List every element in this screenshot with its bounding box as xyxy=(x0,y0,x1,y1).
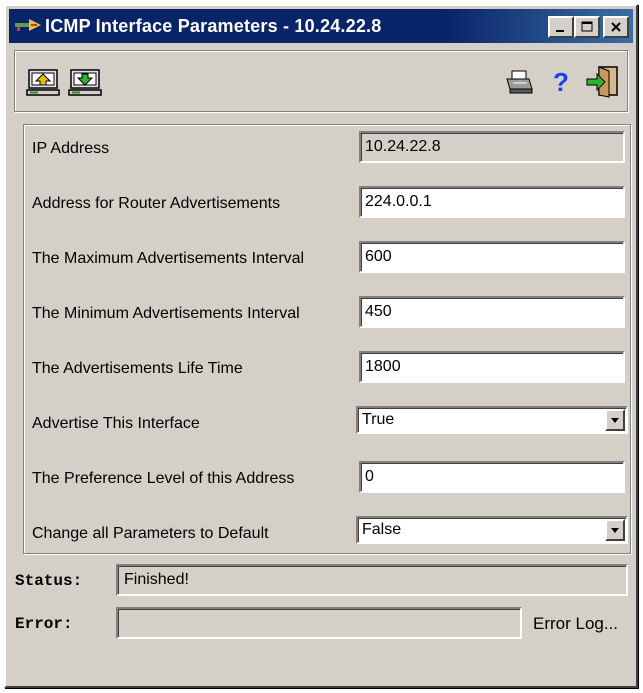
param-row-router-address: Address for Router Advertisements 224.0.… xyxy=(24,186,630,222)
param-row-min-interval: The Minimum Advertisements Interval 450 xyxy=(24,296,630,332)
param-label: The Minimum Advertisements Interval xyxy=(32,305,300,322)
download-button[interactable] xyxy=(67,65,103,99)
max-interval-input[interactable]: 600 xyxy=(359,241,625,273)
exit-icon xyxy=(586,66,618,98)
print-icon xyxy=(506,70,533,94)
title-bar[interactable]: ICMP Interface Parameters - 10.24.22.8 xyxy=(9,9,633,43)
default-select[interactable]: False xyxy=(356,516,628,544)
param-row-max-interval: The Maximum Advertisements Interval 600 xyxy=(24,241,630,277)
min-interval-input[interactable]: 450 xyxy=(359,296,625,328)
advertise-select-value: True xyxy=(362,411,395,428)
param-label: Advertise This Interface xyxy=(32,415,200,432)
print-button[interactable] xyxy=(501,65,537,99)
app-icon xyxy=(13,15,43,37)
parameters-panel: IP Address 10.24.22.8 Address for Router… xyxy=(23,124,631,554)
close-icon xyxy=(611,22,621,32)
status-label: Status: xyxy=(15,572,83,590)
help-icon: ? xyxy=(553,66,569,97)
icmp-parameters-window: ICMP Interface Parameters - 10.24.22.8 ?… xyxy=(4,4,638,688)
preference-level-input[interactable]: 0 xyxy=(359,461,625,493)
maximize-icon xyxy=(581,21,593,32)
param-label: The Preference Level of this Address xyxy=(32,470,295,487)
param-row-life-time: The Advertisements Life Time 1800 xyxy=(24,351,630,387)
param-row-preference: The Preference Level of this Address 0 xyxy=(24,461,630,497)
error-label: Error: xyxy=(15,615,73,633)
life-time-input[interactable]: 1800 xyxy=(359,351,625,383)
param-row-default: Change all Parameters to Default False xyxy=(24,516,630,552)
param-row-ip-address: IP Address 10.24.22.8 xyxy=(24,131,630,167)
router-address-input[interactable]: 224.0.0.1 xyxy=(359,186,625,218)
minimize-button[interactable] xyxy=(548,16,574,38)
param-label: The Advertisements Life Time xyxy=(32,360,243,377)
error-field xyxy=(116,607,522,639)
error-log-link[interactable]: Error Log... xyxy=(533,614,618,634)
dropdown-button[interactable] xyxy=(605,409,625,431)
help-button[interactable]: ? xyxy=(543,65,579,99)
window-controls xyxy=(548,16,629,38)
param-label: The Maximum Advertisements Interval xyxy=(32,250,305,267)
download-icon xyxy=(68,69,102,96)
chevron-down-icon xyxy=(611,527,619,533)
status-field: Finished! xyxy=(116,564,628,596)
default-select-value: False xyxy=(362,521,402,538)
param-row-advertise: Advertise This Interface True xyxy=(24,406,630,442)
ip-address-field: 10.24.22.8 xyxy=(359,131,625,163)
exit-button[interactable] xyxy=(585,65,621,99)
minimize-icon xyxy=(556,30,564,32)
dropdown-button[interactable] xyxy=(605,519,625,541)
upload-icon xyxy=(26,69,60,96)
param-label: Change all Parameters to Default xyxy=(32,525,269,542)
upload-button[interactable] xyxy=(25,65,61,99)
param-label: Address for Router Advertisements xyxy=(32,195,281,212)
chevron-down-icon xyxy=(611,417,619,423)
param-label: IP Address xyxy=(32,140,110,157)
maximize-button[interactable] xyxy=(574,16,600,38)
toolbar: ? xyxy=(14,50,628,112)
advertise-select[interactable]: True xyxy=(356,406,628,434)
close-button[interactable] xyxy=(603,16,629,38)
window-title: ICMP Interface Parameters - 10.24.22.8 xyxy=(45,15,382,36)
